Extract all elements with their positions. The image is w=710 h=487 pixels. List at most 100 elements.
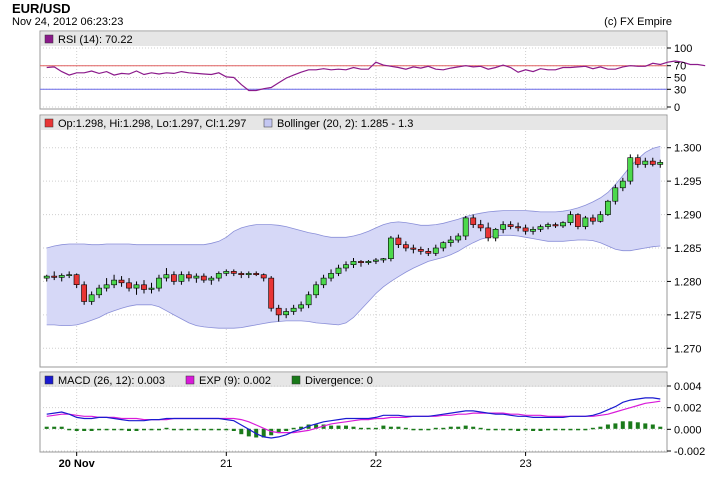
candle-body [455,235,462,241]
divergence-bar [516,428,521,431]
candle-body [358,261,364,263]
divergence-bar [553,428,558,431]
candle-body [597,214,604,222]
candle-body [178,274,185,282]
candle [387,235,394,262]
divergence-bar [448,426,453,429]
candle [627,154,634,185]
divergence-bar [194,428,199,431]
candle-body [238,273,245,275]
divergence-bar [67,428,72,431]
exp-legend-label: EXP (9): 0.002 [199,375,271,387]
candle-body [530,229,536,232]
candle-body [492,229,499,239]
divergence-bar [486,428,491,431]
price-tick-label: 1.290 [674,210,702,222]
divergence-bar [433,427,438,430]
divergence-bar [329,425,334,429]
exp-legend-swatch [185,375,195,385]
divergence-bar [344,425,348,429]
candle-body [537,226,544,230]
divergence-bar [201,428,206,431]
candle-body [619,180,626,189]
divergence-bar [52,426,57,429]
rsi-legend-label: RSI (14): 70.22 [58,34,133,46]
divergence-legend-swatch [291,375,301,385]
price-tick-label: 1.275 [674,310,702,322]
candle-body [156,277,162,289]
divergence-bar [284,428,289,431]
rsi-panel: RSI (14): 70.22 100 705030 0 [39,30,706,114]
divergence-legend-label: Divergence: 0 [305,375,373,387]
divergence-bar [523,428,528,431]
candle-body [447,239,454,244]
candle-body [343,264,349,269]
candle-body [395,237,402,245]
divergence-bar [44,426,49,429]
candle-body [410,247,417,250]
divergence-bar [157,428,161,431]
divergence-bar [82,428,87,431]
bollinger-legend-label: Bollinger (20, 2): 1.285 - 1.3 [277,118,413,130]
divergence-bar [209,428,214,431]
divergence-bar [418,428,423,431]
candle-body [215,273,222,279]
candle-body [402,244,409,249]
divergence-bar [403,427,408,430]
candle-body [612,187,619,202]
divergence-bar [546,428,550,431]
candle-body [163,274,170,279]
divergence-bar [396,426,401,429]
divergence-bar [583,428,588,431]
divergence-bar [164,427,169,430]
divergence-bar [538,428,543,431]
candle-body [283,311,289,316]
x-tick-label: 20 Nov [59,458,96,470]
candle-body [81,284,87,302]
divergence-bar [216,428,221,431]
candle-body [560,222,566,227]
candle-body [200,275,207,281]
candle-body [657,162,664,165]
candle [604,199,611,216]
divergence-bar [501,428,506,431]
divergence-bar [463,425,468,429]
divergence-bar [239,428,244,435]
price-panel: Op:1.298, Hi:1.298, Lo:1.297, Cl:1.297 B… [39,114,702,368]
candle-body [522,227,529,232]
candle [81,281,87,305]
candle-body [268,277,275,309]
candle-body [604,200,611,215]
divergence-bar [441,427,446,430]
divergence-bar [119,428,124,431]
divergence-bar [471,426,476,429]
divergence-bar [568,428,573,431]
divergence-bar [576,428,580,431]
candle-body [126,282,132,289]
divergence-bar [388,426,393,429]
rsi-tick-label: 30 [674,84,686,96]
x-axis: 20 Nov 21 22 23 [59,452,532,470]
candle-body [507,224,514,227]
macd-legend-label: MACD (26, 12): 0.003 [58,375,165,387]
candle [574,213,581,230]
candle-body [313,284,319,296]
macd-tick-label: -0.002 [674,446,705,458]
divergence-bar [508,428,513,431]
candle-body [245,273,252,275]
candle-body [440,242,447,249]
divergence-bar [97,428,102,431]
candle-body [111,279,117,286]
candle-body [328,273,334,279]
candle-body [574,214,581,227]
ohlc-legend-swatch [44,118,54,128]
macd-tick-label: 0.000 [674,424,702,436]
divergence-bar [620,421,625,429]
candle-body [470,217,477,225]
candle-body [103,284,110,289]
candle-body [634,157,641,165]
candle-body [477,224,484,229]
candle-body [88,294,95,302]
divergence-bar [142,428,146,431]
candle-body [417,249,424,252]
